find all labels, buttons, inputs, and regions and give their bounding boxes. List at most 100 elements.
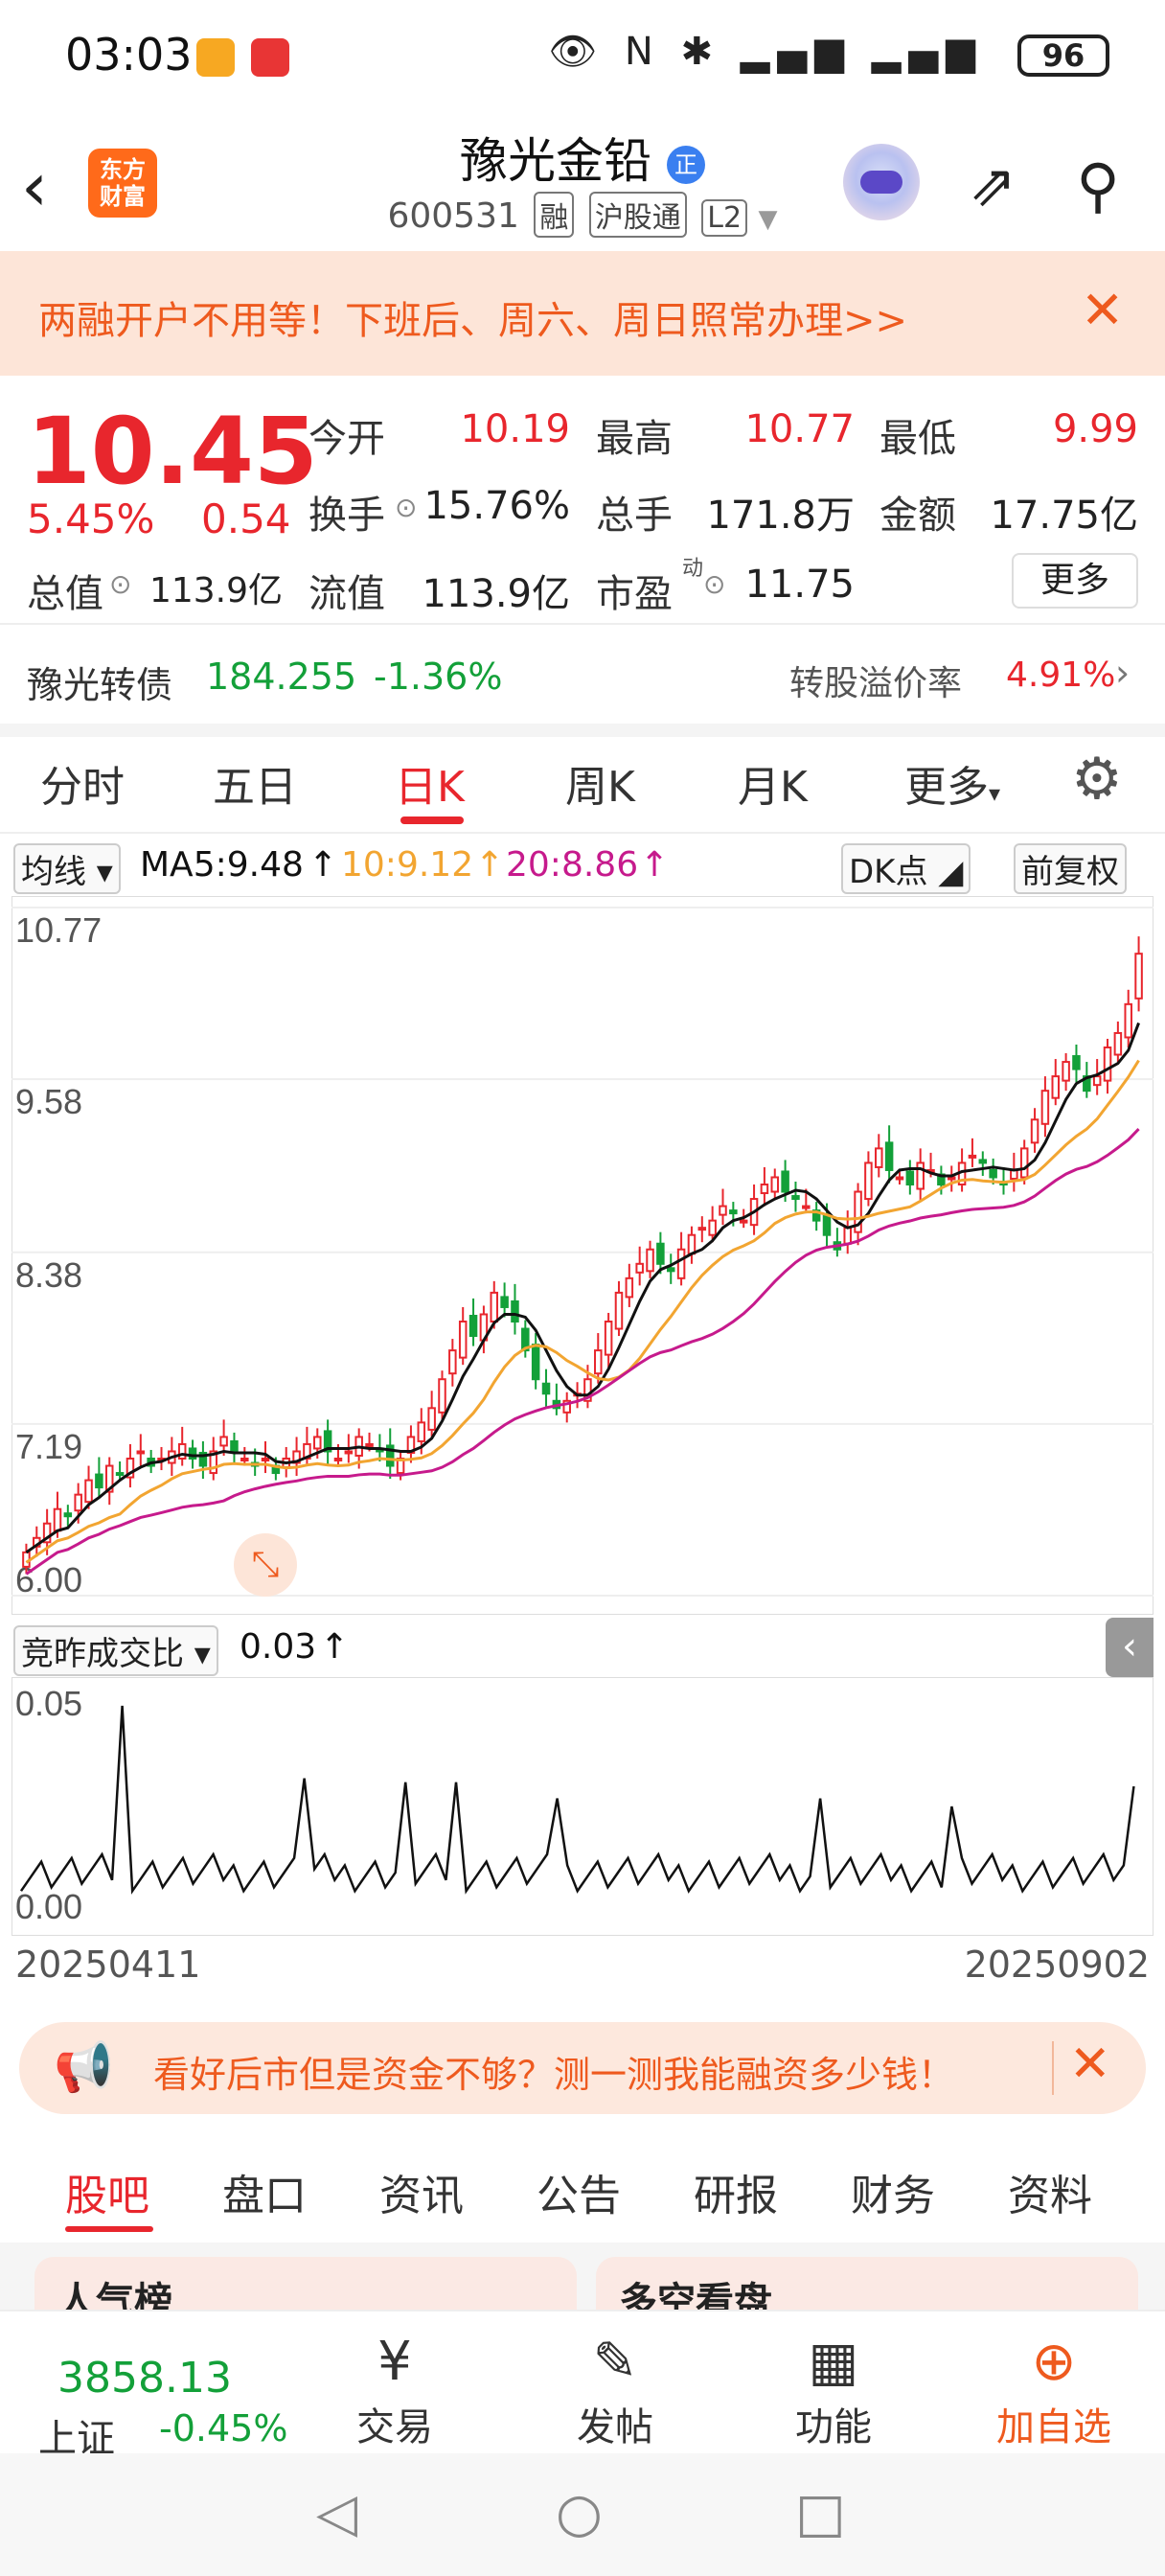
tab-more[interactable]: 更多▾ <box>904 752 1000 814</box>
info-icon[interactable]: ⊙ <box>109 568 131 600</box>
status-icons: 👁 N ✱ ▂▄▆ ▂▄▆ <box>548 30 983 74</box>
candle <box>625 1276 634 1299</box>
y-tick-label: 8.38 <box>15 1255 82 1295</box>
pe-superscript: 动 <box>682 557 704 581</box>
content-tabs: 股吧 盘口 资讯 公告 研报 财务 资料 <box>0 2132 1165 2238</box>
kline-svg[interactable]: 10.779.588.387.196.00 <box>11 895 1154 1616</box>
back-triangle-icon[interactable]: ◁ <box>316 2482 357 2544</box>
tab-monthly-k[interactable]: 月K <box>738 752 808 814</box>
high-label: 最高 <box>596 417 673 461</box>
volume-selector[interactable]: 竞昨成交比 ▾ <box>13 1625 218 1676</box>
convertible-bond-row[interactable]: 豫光转债 184.255 -1.36% 转股溢价率 4.91% › <box>0 632 1165 719</box>
assistant-robot-icon[interactable] <box>843 144 920 220</box>
tab-announcements[interactable]: 公告 <box>537 2161 621 2222</box>
candle <box>875 1147 883 1168</box>
tab-wuri[interactable]: 五日 <box>213 752 297 814</box>
candle <box>438 1378 446 1414</box>
volume-chart[interactable]: 0.05 0.00 <box>11 1676 1154 1937</box>
premium-label: 转股溢价率 <box>789 664 963 703</box>
close-icon[interactable]: ✕ <box>1081 280 1124 340</box>
nav-trade[interactable]: ¥ 交易 <box>318 2329 471 2451</box>
tab-guba[interactable]: 股吧 <box>65 2161 149 2222</box>
chart-tabs: 分时 五日 日K 周K 月K 更多▾ ⚙ <box>0 728 1165 834</box>
status-time: 03:03 <box>65 29 193 80</box>
ad-text[interactable]: 看好后市但是资金不够？测一测我能融资多少钱！ <box>153 2045 954 2098</box>
dk-selector[interactable]: DK点 ◢ <box>841 843 971 894</box>
tab-daily-k[interactable]: 日K <box>395 752 465 814</box>
index-pct[interactable]: -0.45% <box>159 2407 287 2450</box>
tab-finance[interactable]: 财务 <box>851 2161 935 2222</box>
adjust-selector[interactable]: 前复权 <box>1014 843 1127 894</box>
quote-panel: 10.45 5.45% 0.54 今开 10.19 最高 10.77 最低 9.… <box>0 379 1165 618</box>
nav-functions[interactable]: ▦ 功能 <box>757 2329 910 2451</box>
home-circle-icon[interactable]: ○ <box>556 2482 603 2544</box>
info-icon[interactable]: ⊙ <box>703 568 725 600</box>
ma10-arrow: ↑ <box>475 845 505 885</box>
candle <box>739 1219 748 1224</box>
more-button[interactable]: 更多 <box>1012 553 1138 609</box>
candle <box>1051 1075 1061 1099</box>
tab-weekly-k[interactable]: 周K <box>565 752 635 814</box>
candle <box>614 1291 624 1330</box>
nav-post[interactable]: ✎ 发帖 <box>538 2329 692 2451</box>
candle <box>978 1159 988 1164</box>
divider <box>0 623 1165 625</box>
tab-research[interactable]: 研报 <box>694 2161 778 2222</box>
candle <box>697 1227 707 1231</box>
collapse-panel-icon[interactable]: ‹ <box>1106 1618 1154 1677</box>
promo-banner-text[interactable]: 两融开户不用等！下班后、周六、周日照常办理>> <box>38 289 907 345</box>
ma-selector[interactable]: 均线 ▾ <box>13 843 121 894</box>
index-value[interactable]: 3858.13 <box>57 2354 232 2403</box>
candle <box>864 1162 873 1201</box>
bottom-navbar: 3858.13 上证 -0.45% ¥ 交易 ✎ 发帖 ▦ 功能 ⊕ 加自选 <box>0 2310 1165 2461</box>
candle <box>63 1512 73 1518</box>
candle <box>708 1219 717 1236</box>
candle <box>448 1349 457 1375</box>
financing-ad[interactable]: 📢 看好后市但是资金不够？测一测我能融资多少钱！ ✕ <box>19 2022 1146 2114</box>
candle <box>884 1141 894 1171</box>
candle <box>219 1436 228 1447</box>
nav-add-watchlist[interactable]: ⊕ 加自选 <box>977 2329 1131 2451</box>
candle <box>115 1472 125 1477</box>
candle <box>177 1442 187 1460</box>
battery-icon: 96 <box>1017 34 1109 77</box>
candle <box>1103 1046 1112 1082</box>
cards-strip: 人气榜 多空看盘 <box>0 2242 1165 2334</box>
connect-tag: 沪股通 <box>588 192 687 238</box>
caret-down-icon: ▾ <box>989 780 1001 807</box>
candle <box>1030 1118 1039 1144</box>
close-icon[interactable]: ✕ <box>1069 2036 1111 2093</box>
pe-label: 市盈 <box>596 572 673 616</box>
candle <box>1040 1090 1050 1125</box>
kline-chart[interactable]: 10.77 9.58 8.38 7.19 6.00 <box>11 895 1154 1616</box>
candle <box>989 1168 997 1179</box>
candle <box>1113 1031 1123 1056</box>
chevron-right-icon[interactable]: › <box>1115 652 1130 694</box>
open-value: 10.19 <box>460 407 570 451</box>
recents-square-icon[interactable]: □ <box>795 2482 846 2544</box>
candle <box>676 1248 686 1279</box>
tab-fenshi[interactable]: 分时 <box>40 752 125 814</box>
search-icon[interactable]: ⚲ <box>1063 151 1132 220</box>
tab-profile[interactable]: 资料 <box>1008 2161 1092 2222</box>
candle <box>781 1170 789 1193</box>
candle <box>635 1262 644 1274</box>
candle <box>490 1291 499 1323</box>
info-icon[interactable]: ⊙ <box>395 492 417 523</box>
volume-svg[interactable]: 0.05 0.00 <box>11 1676 1154 1937</box>
tab-news[interactable]: 资讯 <box>379 2161 464 2222</box>
end-date: 20250902 <box>964 1944 1150 1986</box>
start-date: 20250411 <box>15 1944 201 1986</box>
candle <box>947 1176 956 1181</box>
expand-icon[interactable]: ⤡ <box>234 1533 297 1597</box>
promo-banner[interactable]: 两融开户不用等！下班后、周六、周日照常办理>> ✕ <box>0 251 1165 376</box>
share-icon[interactable]: ⇗ <box>958 151 1027 220</box>
mktcap-value: 113.9亿 <box>148 571 283 610</box>
candle <box>541 1382 551 1395</box>
tab-pankou[interactable]: 盘口 <box>222 2161 307 2222</box>
gear-icon[interactable]: ⚙ <box>1071 746 1123 813</box>
candle <box>1134 953 1143 1000</box>
active-tab-indicator <box>400 816 464 824</box>
divider <box>1052 2041 1054 2095</box>
chevron-down-icon[interactable]: ▼ <box>759 205 778 234</box>
